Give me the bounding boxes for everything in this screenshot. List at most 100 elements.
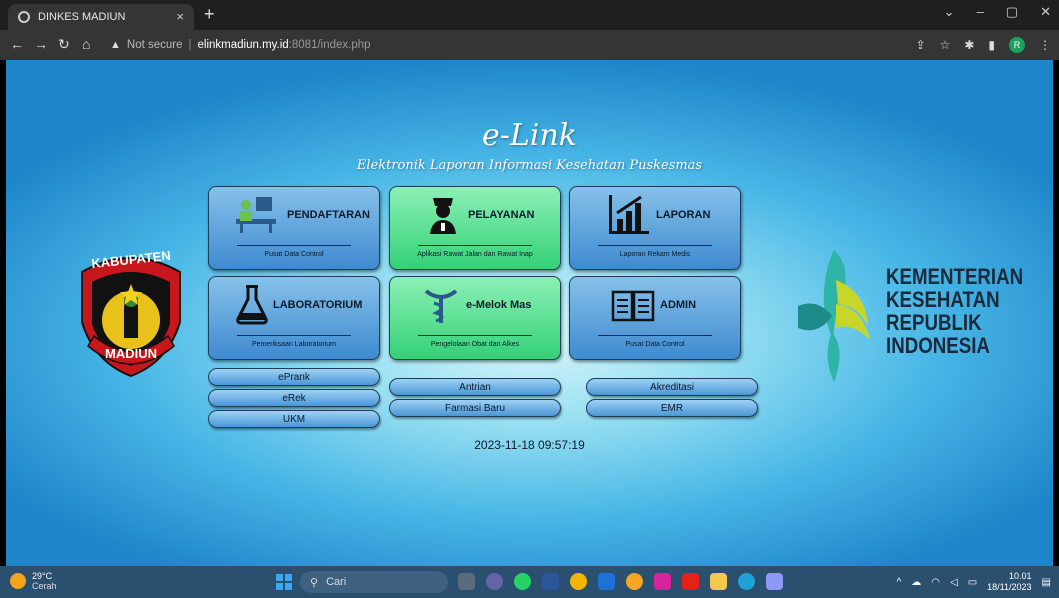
pelayanan-card[interactable]: PELAYANAN Aplikasi Rawat Jalan dan Rawat… (389, 186, 561, 270)
reload-button[interactable]: ↻ (58, 36, 70, 53)
not-secure-label[interactable]: Not secure (127, 39, 183, 51)
home-button[interactable]: ⌂ (82, 36, 90, 52)
meet-icon[interactable] (486, 573, 503, 590)
app-icon[interactable] (598, 573, 615, 590)
bookmark-star-icon[interactable]: ☆ (940, 38, 951, 52)
card-divider (237, 335, 351, 336)
maximize-button[interactable]: ▢ (1006, 4, 1018, 20)
card-divider (598, 335, 712, 336)
word-icon[interactable] (542, 573, 559, 590)
kabupaten-madiun-logo: KABUPATEN MADIUN (68, 242, 194, 380)
network-icon[interactable]: ☁ (911, 577, 921, 588)
laporan-card[interactable]: LAPORAN Laporan Rekam Medis (569, 186, 741, 270)
whatsapp-icon[interactable] (514, 573, 531, 590)
card-divider (237, 245, 351, 246)
url-path: :8081/index.php (288, 39, 371, 51)
emelok-label: e-Melok Mas (466, 299, 532, 311)
browser-tools: ⇪ ☆ ✱ ▮ R ⋮ (916, 37, 1051, 53)
weather-widget[interactable]: 29°C Cerah (10, 571, 57, 591)
laboratorium-label: LABORATORIUM (273, 299, 363, 311)
admin-card[interactable]: ADMIN Pusat Data Control (569, 276, 741, 360)
weather-status: Cerah (32, 581, 57, 591)
wifi-icon[interactable]: ◠ (931, 577, 940, 588)
new-tab-button[interactable]: + (204, 4, 215, 25)
page-content: e-Link Elektronik Laporan Informasi Kese… (6, 60, 1053, 566)
sun-icon (10, 573, 26, 589)
emr-button[interactable]: EMR (586, 399, 758, 417)
window-controls: ⌄ – ▢ ✕ (944, 4, 1051, 20)
clock-time: 10.01 (1009, 571, 1032, 581)
notification-icon[interactable]: ▤ (1042, 577, 1051, 588)
card-divider (598, 245, 712, 246)
app-icon[interactable] (766, 573, 783, 590)
emelok-sub: Pengelolaan Obat dan Alkes (430, 341, 520, 348)
pendaftaran-card[interactable]: PENDAFTARAN Pusat Data Control (208, 186, 380, 270)
pendaftaran-sub: Pusat Data Control (264, 251, 324, 258)
start-button[interactable] (276, 574, 292, 590)
tab-search-icon[interactable]: ⌄ (944, 4, 955, 20)
menu-icon[interactable]: ⋮ (1039, 38, 1051, 52)
laporan-sub: Laporan Rekam Medis (619, 251, 691, 258)
browser-toolbar: ← → ↻ ⌂ ▲ Not secure | elinkmadiun.my.id… (0, 30, 1059, 60)
taskbar-search[interactable]: ⚲ Cari (300, 571, 448, 593)
pendaftaran-label: PENDAFTARAN (287, 209, 370, 221)
erek-button[interactable]: eRek (208, 389, 380, 407)
instagram-icon[interactable] (654, 573, 671, 590)
book-icon (610, 285, 656, 327)
eprank-button[interactable]: ePrank (208, 368, 380, 386)
chevron-up-icon[interactable]: ^ (897, 577, 902, 588)
battery-icon[interactable]: ▭ (968, 577, 977, 588)
clock[interactable]: 10.01 18/11/2023 (987, 571, 1031, 593)
laporan-label: LAPORAN (656, 209, 711, 221)
registration-desk-icon (233, 193, 279, 235)
nurse-icon (420, 193, 466, 235)
search-icon: ⚲ (310, 576, 319, 589)
tab-close-button[interactable]: × (176, 9, 184, 24)
tab-title: DINKES MADIUN (38, 11, 126, 23)
task-view-icon[interactable] (458, 573, 475, 590)
bar-chart-icon (606, 193, 652, 235)
clock-date: 18/11/2023 (987, 582, 1032, 592)
pelayanan-label: PELAYANAN (468, 209, 535, 221)
laboratorium-card[interactable]: LABORATORIUM Pemeriksaan Laboratorium (208, 276, 380, 360)
laboratorium-sub: Pemeriksaan Laboratorium (251, 341, 337, 348)
extensions-icon[interactable]: ✱ (964, 38, 974, 52)
share-icon[interactable]: ⇪ (916, 38, 926, 52)
volume-icon[interactable]: ◁ (950, 577, 958, 588)
card-divider (418, 245, 532, 246)
emelok-card[interactable]: e-Melok Mas Pengelolaan Obat dan Alkes (389, 276, 561, 360)
profile-avatar[interactable]: R (1009, 37, 1025, 53)
warning-icon[interactable]: ▲ (110, 39, 121, 51)
card-divider (418, 335, 532, 336)
chrome-icon[interactable] (570, 573, 587, 590)
ukm-button[interactable]: UKM (208, 410, 380, 428)
admin-sub: Pusat Data Control (625, 341, 685, 348)
file-explorer-icon[interactable] (710, 573, 727, 590)
minimize-button[interactable]: – (977, 4, 984, 20)
farmasi-baru-button[interactable]: Farmasi Baru (389, 399, 561, 417)
kemenkes-line-4: INDONESIA (886, 333, 990, 358)
page-title: e-Link (482, 118, 577, 153)
taskbar: 29°C Cerah ⚲ Cari ^ ☁ ◠ ◁ ▭ 10.01 18/11/… (0, 566, 1059, 598)
forward-button[interactable]: → (34, 36, 48, 52)
url-separator: | (188, 39, 192, 51)
close-window-button[interactable]: ✕ (1040, 4, 1051, 20)
kemenkes-text: KEMENTERIAN KESEHATAN REPUBLIK INDONESIA (886, 265, 1023, 357)
kemenkes-line-2: KESEHATAN (886, 287, 1000, 312)
akreditasi-button[interactable]: Akreditasi (586, 378, 758, 396)
sidepanel-icon[interactable]: ▮ (988, 38, 995, 52)
back-button[interactable]: ← (10, 36, 24, 52)
search-placeholder: Cari (326, 576, 347, 588)
weather-temp: 29°C (32, 571, 53, 581)
url-host: elinkmadiun.my.id (197, 39, 289, 51)
logo-text-bottom: MADIUN (105, 346, 157, 361)
kemenkes-logo (788, 246, 884, 386)
address-bar[interactable]: ▲ Not secure | elinkmadiun.my.id :8081/i… (110, 34, 910, 56)
app-icon[interactable] (626, 573, 643, 590)
antrian-button[interactable]: Antrian (389, 378, 561, 396)
pelayanan-sub: Aplikasi Rawat Jalan dan Rawat Inap (417, 251, 533, 258)
browser-tab[interactable]: DINKES MADIUN × (8, 4, 194, 30)
kemenkes-line-1: KEMENTERIAN (886, 264, 1024, 289)
youtube-icon[interactable] (682, 573, 699, 590)
edge-icon[interactable] (738, 573, 755, 590)
